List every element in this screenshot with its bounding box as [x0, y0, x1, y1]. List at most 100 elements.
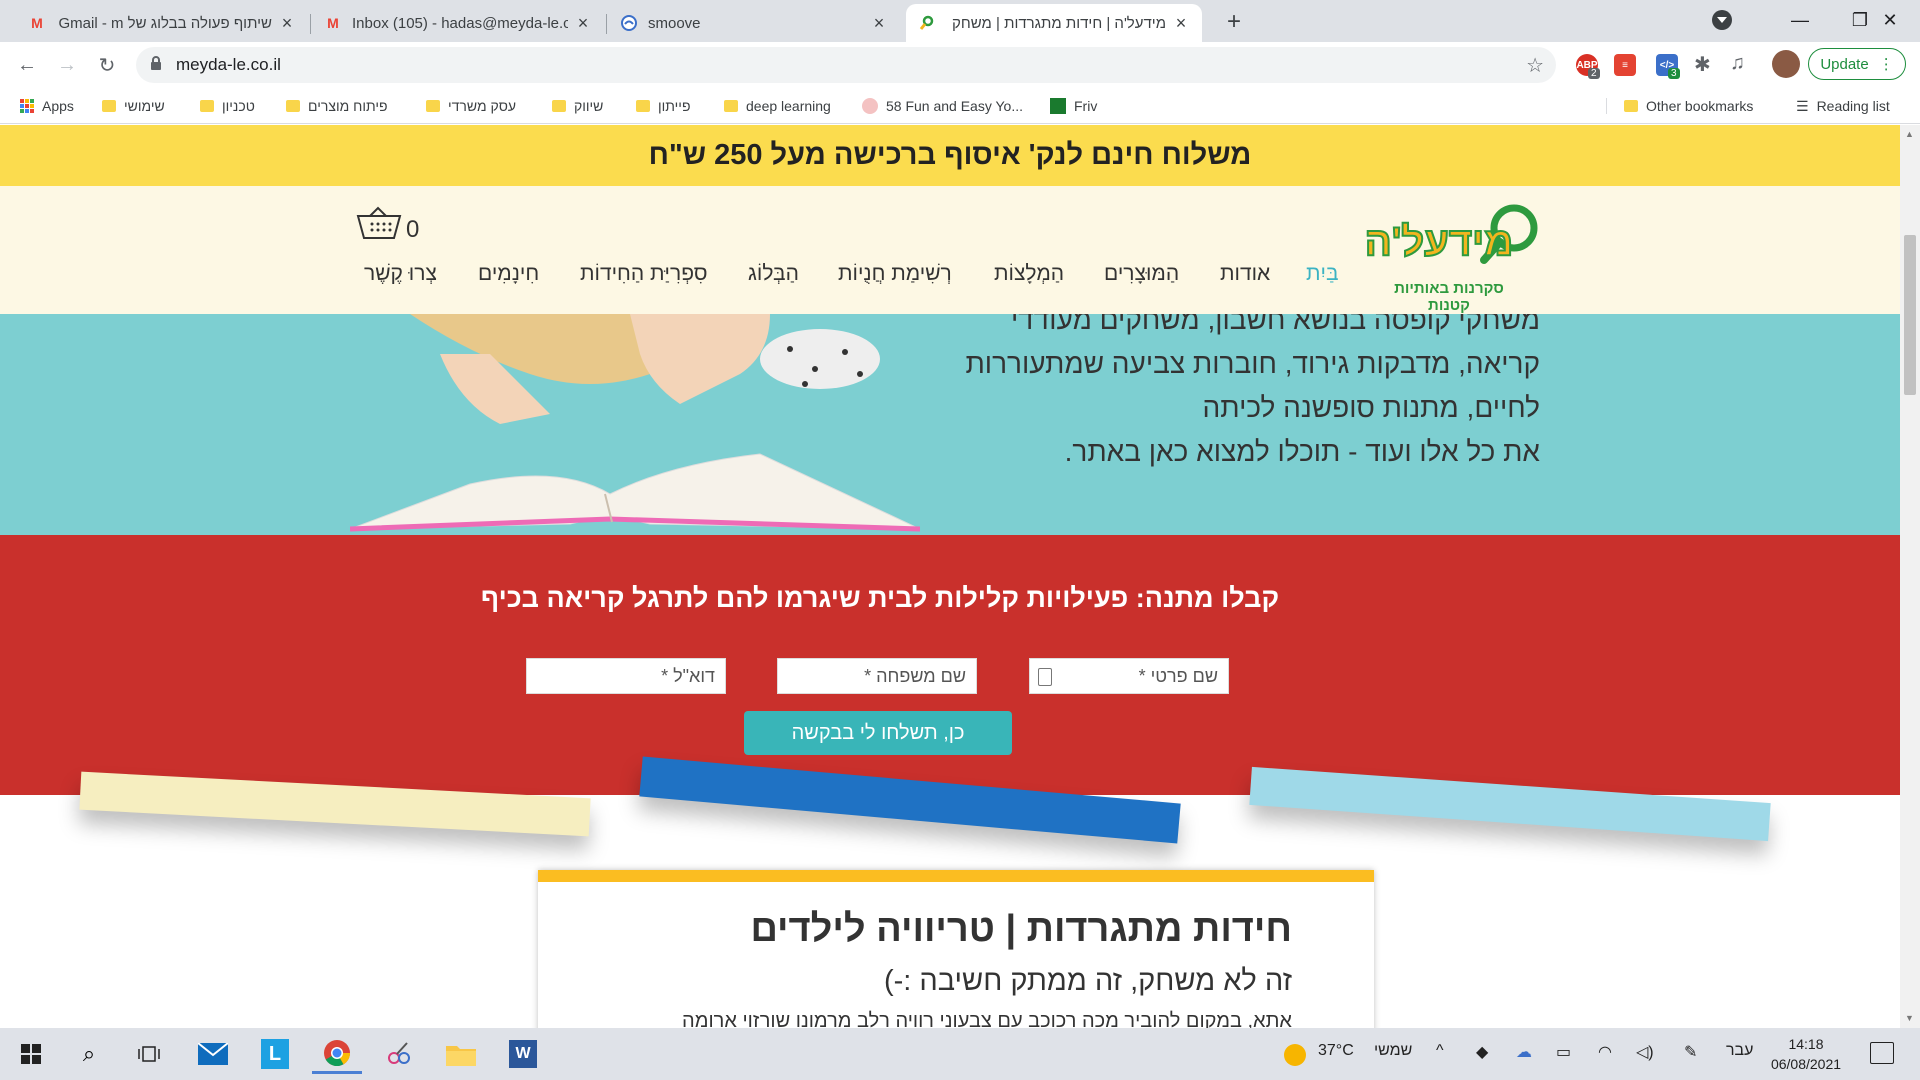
cart-icon[interactable] [356, 206, 402, 245]
bookmark-folder-marketing[interactable]: שיווק [552, 96, 603, 116]
close-tab-icon[interactable]: × [1172, 13, 1190, 34]
forward-icon[interactable]: → [52, 50, 82, 80]
mail-app-icon[interactable] [188, 1034, 238, 1074]
close-window-icon[interactable]: ✕ [1860, 0, 1920, 40]
close-tab-icon[interactable]: × [574, 13, 592, 34]
folder-icon [1624, 100, 1638, 112]
onedrive-icon[interactable]: ☁ [1516, 1042, 1532, 1062]
contact-card-icon [1038, 668, 1052, 686]
tab-gmail-blog[interactable]: M שיתוף פעולה בבלוג של Gmail - m × [16, 4, 308, 42]
input-language[interactable]: עבר [1726, 1042, 1753, 1060]
close-tab-icon[interactable]: × [870, 13, 888, 34]
new-tab-button[interactable]: + [1220, 8, 1248, 36]
nav-home[interactable]: בַּיִת [1306, 262, 1339, 286]
promo-banner: משלוח חינם לנק' איסוף ברכישה מעל 250 ש"ח [0, 125, 1900, 186]
hero-line: את כל אלו ועוד - תוכלו למצוא כאן באתר. [1064, 436, 1540, 467]
bookmark-folder-useful[interactable]: שימושי [102, 96, 165, 116]
scroll-down-icon[interactable]: ▼ [1905, 1013, 1914, 1023]
search-icon[interactable]: ⌕ [64, 1034, 114, 1074]
weather-label[interactable]: שמשי [1374, 1042, 1412, 1060]
minimize-icon[interactable]: — [1770, 0, 1830, 40]
site-logo[interactable]: מידעל'ה סקרנות באותיות קטנות [1364, 200, 1550, 314]
clock-date[interactable]: 06/08/2021 [1766, 1056, 1846, 1072]
article-title: חידות מתגרדות | טריוויה לילדים [750, 908, 1292, 950]
site-header: 0 בַּיִת אודות הַמּוּצָרִים הַמְלָצוֹת ר… [0, 186, 1900, 314]
signup-submit-button[interactable]: כן, תשלחו לי בבקשה [744, 711, 1012, 755]
last-name-field[interactable]: שם משפחה * [777, 658, 977, 694]
reading-list-icon: ☰ [1796, 97, 1809, 114]
tab-smoove[interactable]: smoove × [608, 4, 900, 42]
nav-riddle-library[interactable]: סִפְרִיַּת הַחִידוֹת [580, 262, 708, 286]
reading-list[interactable]: ☰ Reading list [1796, 96, 1890, 116]
back-icon[interactable]: ← [12, 50, 42, 80]
snip-tool-icon[interactable] [374, 1034, 424, 1074]
tab-separator [310, 14, 311, 34]
folder-icon [286, 100, 300, 112]
hero-line: לחיים, מתנות סופשנה לכיתה [1202, 392, 1540, 423]
weather-temp[interactable]: 37°C [1318, 1042, 1354, 1060]
battery-icon[interactable]: ▭ [1556, 1042, 1571, 1062]
volume-icon[interactable]: ◁) [1636, 1042, 1654, 1062]
lock-icon [150, 55, 162, 75]
scroll-up-icon[interactable]: ▲ [1905, 129, 1914, 139]
notifications-icon[interactable] [1870, 1042, 1894, 1064]
l-app-icon[interactable]: L [250, 1034, 300, 1074]
nav-recommendations[interactable]: הַמְלָצוֹת [994, 262, 1064, 286]
first-name-field[interactable]: שם פרטי * [1029, 658, 1229, 694]
extensions-puzzle-icon[interactable]: ✱ [1694, 52, 1711, 77]
start-windows-icon[interactable] [6, 1034, 56, 1074]
folder-icon [200, 100, 214, 112]
folder-icon [636, 100, 650, 112]
nav-products[interactable]: הַמּוּצָרִים [1104, 262, 1179, 286]
bookmark-folder-deep-learning[interactable]: deep learning [724, 96, 831, 116]
wifi-icon[interactable]: ◠ [1598, 1042, 1612, 1062]
word-app-icon[interactable]: W [498, 1034, 548, 1074]
bookmark-folder-product-dev[interactable]: פיתוח מוצרים [286, 96, 388, 116]
tab-gmail-inbox[interactable]: M Inbox (105) - hadas@meyda-le.co × [312, 4, 604, 42]
bookmarks-bar: Apps שימושי טכניון פיתוח מוצרים עסק משרד… [0, 88, 1920, 124]
avatar[interactable] [1772, 50, 1800, 78]
clock-time[interactable]: 14:18 [1766, 1036, 1846, 1052]
weather-sun-icon[interactable] [1284, 1044, 1306, 1066]
hero-text: משחקי קופסה בנושא חשבון, משחקים מעודדי ק… [900, 314, 1540, 474]
nav-freebies[interactable]: חִינָמִים [478, 262, 539, 286]
update-button[interactable]: Update ⋮ [1808, 48, 1906, 80]
tab-separator [606, 14, 607, 34]
bookmark-fun-easy[interactable]: 58 Fun and Easy Yo... [862, 96, 1023, 116]
show-hidden-icons-icon[interactable]: ^ [1436, 1042, 1444, 1060]
page-scrollbar[interactable]: ▲ ▼ [1900, 125, 1920, 1028]
pen-icon[interactable]: ✎ [1684, 1042, 1697, 1062]
chrome-app-icon[interactable] [312, 1034, 362, 1074]
folder-icon [426, 100, 440, 112]
media-control-icon[interactable]: ♫ [1730, 52, 1745, 75]
bookmark-star-icon[interactable]: ☆ [1526, 53, 1544, 78]
bookmark-other[interactable]: Other bookmarks [1624, 96, 1753, 116]
nav-stores[interactable]: רְשִׁימַת חֲנֻיוֹת [838, 262, 952, 286]
dropbox-icon[interactable]: ◆ [1476, 1042, 1488, 1062]
hero-line: קריאה, מדבקות גירוד, חוברות צביעה שמתעור… [965, 348, 1540, 379]
bookmark-folder-python[interactable]: פייתון [636, 96, 690, 116]
nav-about[interactable]: אודות [1220, 262, 1270, 286]
email-field[interactable]: דוא"ל * [526, 658, 726, 694]
url-text: meyda-le.co.il [176, 55, 281, 74]
tab-search-icon[interactable] [1712, 10, 1732, 30]
bookmark-friv[interactable]: Friv [1050, 96, 1097, 116]
bookmark-folder-office[interactable]: עסק משרדי [426, 96, 516, 116]
bookmark-apps[interactable]: Apps [20, 96, 74, 116]
address-bar[interactable]: meyda-le.co.il ☆ [136, 47, 1556, 83]
hero-section: משחקי קופסה בנושא חשבון, משחקים מעודדי ק… [0, 314, 1900, 535]
folder-icon [552, 100, 566, 112]
bookmark-folder-technion[interactable]: טכניון [200, 96, 255, 116]
windows-taskbar: ⌕ L W 37°C שמשי ^ ◆ ☁ ▭ ◠ ◁) ✎ עבר 14:18… [0, 1028, 1920, 1080]
nav-contact[interactable]: צְרוּ קֶשֶׁר [364, 262, 437, 286]
scrollbar-thumb[interactable] [1904, 235, 1916, 395]
bookmark-divider [1606, 98, 1607, 114]
file-explorer-icon[interactable] [436, 1034, 486, 1074]
nav-blog[interactable]: הַבְּלוֹג [748, 262, 799, 286]
task-view-icon[interactable] [124, 1034, 174, 1074]
tab-title: smoove [648, 14, 701, 32]
reload-icon[interactable]: ↻ [92, 50, 122, 80]
todoist-icon[interactable]: ≡ [1614, 54, 1636, 76]
tab-meyda-active[interactable]: מידעל'ה | חידות מתגרדות | משחק × [906, 4, 1202, 42]
close-tab-icon[interactable]: × [278, 13, 296, 34]
